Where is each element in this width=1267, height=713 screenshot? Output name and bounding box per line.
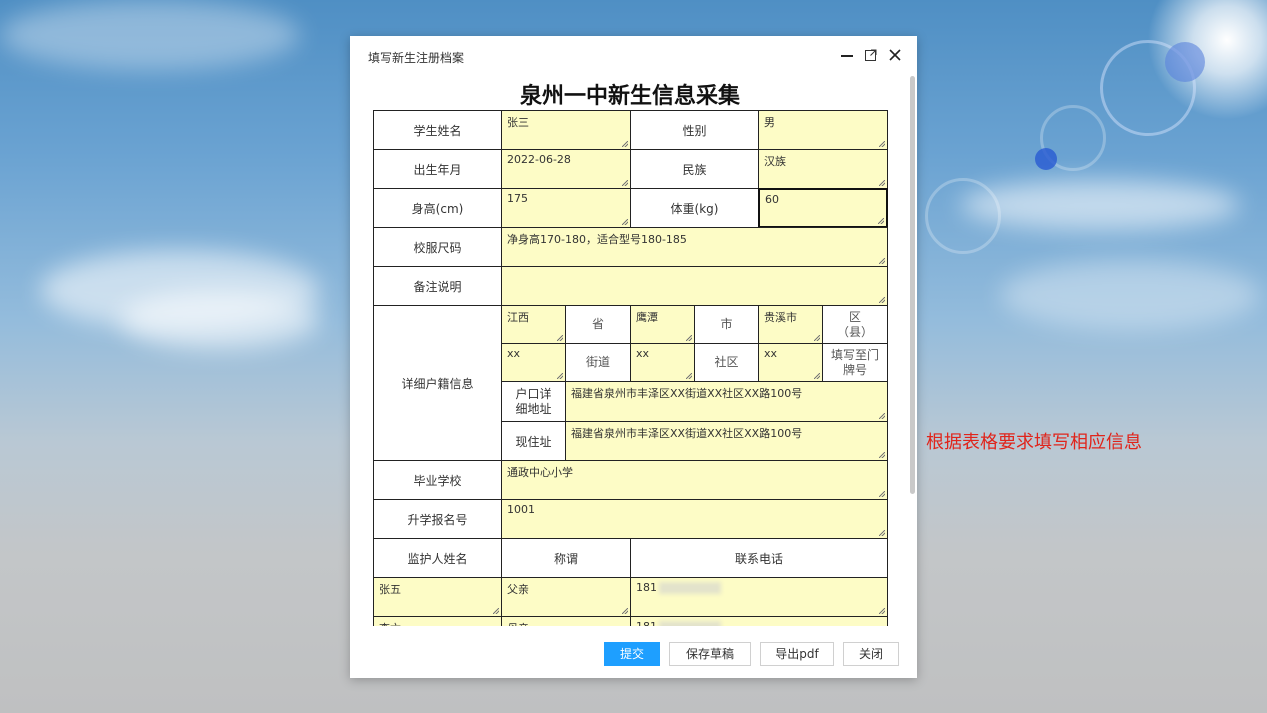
close-icon[interactable] [886,48,904,66]
guardian-relation-field[interactable]: 母亲 [501,616,631,626]
gender-field[interactable]: 男 [758,110,888,150]
label-current-address: 现住址 [501,421,566,461]
label-phone: 联系电话 [630,538,888,578]
lens-flare [1035,148,1057,170]
form-title: 泉州一中新生信息采集 [519,84,740,109]
cloud [0,0,300,70]
district-field[interactable]: 贵溪市 [758,305,823,344]
guardian-phone-value: 181 [636,581,657,594]
hukou-address-field[interactable]: 福建省泉州市丰泽区XX街道XX社区XX路100号 [565,381,888,422]
label-street: 街道 [565,343,631,382]
label-school: 毕业学校 [373,460,502,500]
instruction-text: 根据表格要求填写相应信息 [926,432,1142,453]
lens-flare [925,178,1001,254]
guardian-name-field[interactable]: 张五 [373,577,502,617]
house-no-field[interactable]: xx [758,343,823,382]
label-community: 社区 [694,343,759,382]
current-address-field[interactable]: 福建省泉州市丰泽区XX街道XX社区XX路100号 [565,421,888,461]
close-button[interactable]: 关闭 [843,642,899,666]
label-district: 区（县） [822,305,888,344]
label-name: 学生姓名 [373,110,502,150]
label-remarks: 备注说明 [373,266,502,306]
redacted-mask [659,621,721,626]
save-draft-button[interactable]: 保存草稿 [669,642,751,666]
birth-field[interactable]: 2022-06-28 [501,149,631,189]
label-city: 市 [694,305,759,344]
label-house-no: 填写至门牌号 [822,343,888,382]
dialog-title: 填写新生注册档案 [368,51,465,65]
province-field[interactable]: 江西 [501,305,566,344]
guardian-name-field[interactable]: 李六 [373,616,502,626]
cloud [960,180,1240,230]
uniform-field[interactable]: 净身高170-180，适合型号180-185 [501,227,888,267]
guardian-phone-field[interactable]: 181 [630,616,888,626]
name-field[interactable]: 张三 [501,110,631,150]
submit-button[interactable]: 提交 [604,642,660,666]
label-uniform: 校服尺码 [373,227,502,267]
cloud [120,290,320,350]
lens-flare [1165,42,1205,82]
ethnicity-field[interactable]: 汉族 [758,149,888,189]
minimize-icon[interactable] [838,48,856,66]
maximize-icon[interactable] [862,48,880,66]
dialog-body[interactable]: 泉州一中新生信息采集 学生姓名 张三 性别 男 出生年月 2022-06-28 … [350,76,917,626]
label-ethnicity: 民族 [630,149,759,189]
street-field[interactable]: xx [501,343,566,382]
redacted-mask [659,582,721,594]
label-hukou-address: 户口详细地址 [501,381,566,422]
registration-dialog: 填写新生注册档案 泉州一中新生信息采集 学生姓名 张三 性别 男 出生年月 20… [350,36,917,678]
exam-no-field[interactable]: 1001 [501,499,888,539]
label-province: 省 [565,305,631,344]
label-hukou: 详细户籍信息 [373,305,502,461]
remarks-field[interactable] [501,266,888,306]
height-field[interactable]: 175 [501,188,631,228]
label-exam-no: 升学报名号 [373,499,502,539]
guardian-phone-value: 181 [636,620,657,626]
city-field[interactable]: 鹰潭 [630,305,695,344]
guardian-phone-field[interactable]: 181 [630,577,888,617]
label-guardian-name: 监护人姓名 [373,538,502,578]
label-gender: 性别 [630,110,759,150]
label-relation: 称谓 [501,538,631,578]
guardian-relation-field[interactable]: 父亲 [501,577,631,617]
community-field[interactable]: xx [630,343,695,382]
label-weight: 体重(kg) [630,188,759,228]
school-field[interactable]: 通政中心小学 [501,460,888,500]
scrollbar[interactable] [910,76,915,494]
cloud [1000,260,1260,330]
label-height: 身高(cm) [373,188,502,228]
label-birth: 出生年月 [373,149,502,189]
weight-field[interactable]: 60 [758,188,888,228]
export-pdf-button[interactable]: 导出pdf [760,642,834,666]
